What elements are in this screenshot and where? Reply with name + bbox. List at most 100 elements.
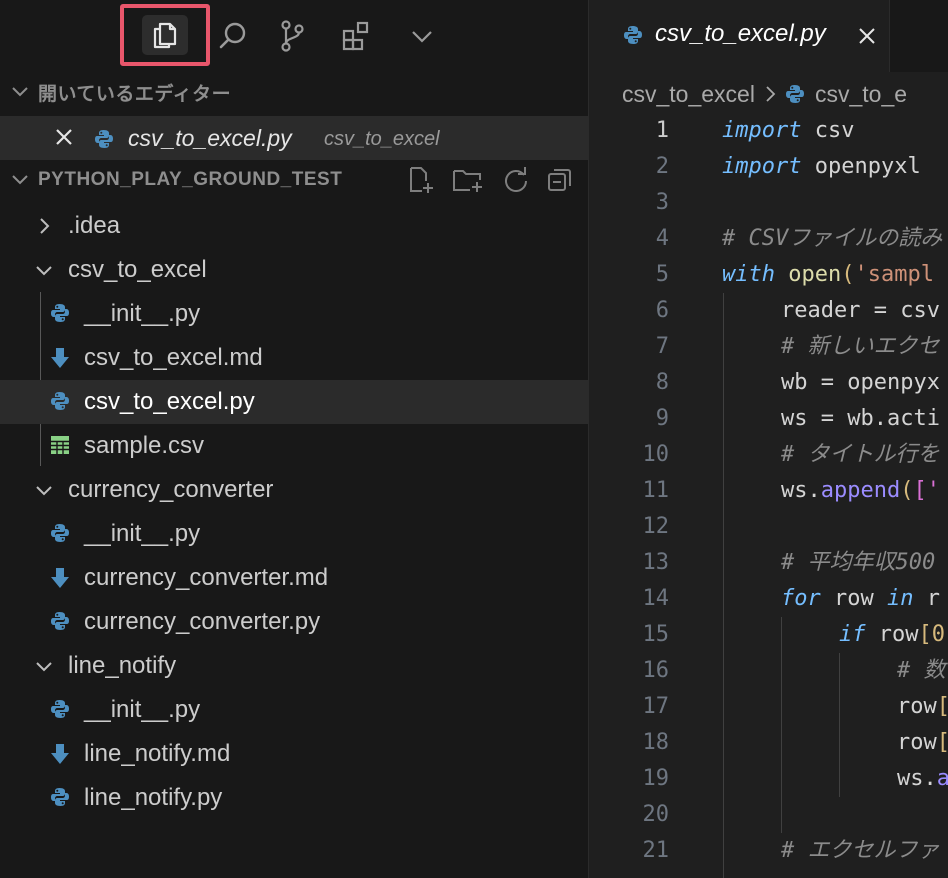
line-number: 2 — [655, 154, 669, 179]
python-file-icon — [51, 392, 69, 410]
code-line: reader = csv — [781, 298, 940, 323]
open-editors-header[interactable]: 開いているエディター — [0, 72, 588, 112]
search-button[interactable] — [204, 10, 260, 62]
line-number: 18 — [642, 730, 670, 755]
tree-label: csv_to_excel.py — [84, 388, 255, 415]
tree-file-currency-converter-md[interactable]: currency_converter.md — [0, 556, 588, 600]
python-file-icon — [624, 26, 642, 44]
line-number: 4 — [655, 226, 669, 251]
chevron-down-icon — [36, 266, 52, 276]
tree-label: csv_to_excel — [68, 256, 207, 283]
markdown-file-icon — [51, 348, 69, 368]
new-folder-icon[interactable] — [452, 166, 486, 194]
tree-label: .idea — [68, 212, 121, 239]
open-editor-folder: csv_to_excel — [324, 128, 440, 150]
open-editor-filename: csv_to_excel.py — [128, 125, 292, 151]
tree-label: csv_to_excel.md — [84, 344, 263, 371]
tree-folder-idea[interactable]: .idea — [0, 204, 588, 248]
chevron-right-icon — [40, 218, 50, 234]
tree-label: line_notify.md — [84, 740, 231, 767]
tab-csv-to-excel-py[interactable]: csv_to_excel.py — [589, 0, 890, 72]
indent-guide — [723, 293, 724, 878]
tree-folder-currency-converter[interactable]: currency_converter — [0, 468, 588, 512]
code-line: # タイトル行を — [781, 442, 940, 467]
source-control-icon — [281, 20, 304, 52]
line-number: 15 — [642, 622, 670, 647]
project-header[interactable]: PYTHON_PLAY_GROUND_TEST — [0, 160, 588, 200]
csv-file-icon — [51, 436, 69, 454]
tree-folder-line-notify[interactable]: line_notify — [0, 644, 588, 688]
extensions-button[interactable] — [328, 10, 384, 62]
tree-label: currency_converter.py — [84, 608, 321, 635]
project-title: PYTHON_PLAY_GROUND_TEST — [38, 169, 343, 190]
line-number: 5 — [655, 262, 669, 287]
tree-label: line_notify.py — [84, 784, 223, 811]
refresh-icon[interactable] — [502, 166, 530, 194]
tree-file-csv-to-excel-py[interactable]: csv_to_excel.py — [0, 380, 588, 424]
code-line: # CSVファイルの読み — [722, 226, 943, 251]
tab-bar: csv_to_excel.py — [589, 0, 948, 72]
collapse-all-icon[interactable] — [546, 166, 574, 194]
tree-label: sample.csv — [84, 432, 205, 459]
chevron-down-icon — [412, 31, 432, 43]
line-number: 6 — [655, 298, 669, 323]
open-editors-title: 開いているエディター — [38, 83, 232, 105]
tree-file-init-py[interactable]: __init__.py — [0, 292, 588, 336]
tree-label: currency_converter.md — [84, 564, 329, 591]
indent-guide — [781, 617, 782, 833]
line-number: 12 — [642, 514, 670, 539]
code-line: # エクセルファ — [781, 838, 940, 863]
markdown-file-icon — [51, 568, 69, 588]
tree-label: __init__.py — [84, 300, 201, 327]
tree-file-init-py[interactable]: __init__.py — [0, 512, 588, 556]
line-number: 7 — [655, 334, 669, 359]
code-line: ws = wb.acti — [781, 406, 940, 431]
tree-file-currency-converter-py[interactable]: currency_converter.py — [0, 600, 588, 644]
explorer-icon — [153, 22, 177, 49]
tree-file-csv-to-excel-md[interactable]: csv_to_excel.md — [0, 336, 588, 380]
explorer-button[interactable] — [120, 4, 210, 66]
more-views-button[interactable] — [394, 10, 450, 62]
breadcrumb-file[interactable]: csv_to_e — [815, 81, 907, 108]
chevron-down-icon — [36, 486, 52, 496]
code-line: wb = openpyx — [781, 370, 940, 395]
code-line: row[ — [897, 730, 948, 755]
extensions-icon — [342, 21, 369, 51]
source-control-button[interactable] — [264, 10, 320, 62]
code-line: ws.append([' — [781, 478, 940, 503]
new-file-icon[interactable] — [406, 166, 436, 194]
python-file-icon — [51, 788, 69, 806]
breadcrumb-folder[interactable]: csv_to_excel — [622, 81, 755, 108]
line-number: 10 — [642, 442, 670, 467]
search-icon — [219, 22, 246, 49]
line-number: 1 — [655, 118, 669, 143]
chevron-right-icon — [765, 84, 777, 104]
close-icon[interactable] — [54, 127, 74, 147]
activity-bar — [0, 0, 588, 72]
tree-label: line_notify — [68, 652, 177, 679]
close-icon[interactable] — [857, 26, 877, 46]
chevron-down-icon — [36, 662, 52, 672]
project-actions — [406, 166, 588, 194]
code-line: with open('sampl — [722, 262, 934, 287]
code-line: # 平均年収500 — [781, 550, 936, 575]
open-editor-item[interactable]: csv_to_excel.py csv_to_excel — [0, 116, 588, 160]
explorer-sidebar: 開いているエディター csv_to_excel.py csv_to_excel … — [0, 0, 589, 878]
line-number: 19 — [642, 766, 670, 791]
code-line: ws.a — [897, 766, 948, 791]
tree-file-sample-csv[interactable]: sample.csv — [0, 424, 588, 468]
editor-pane: csv_to_excel.py csv_to_excel csv_to_e 1 … — [589, 0, 948, 878]
line-number: 13 — [642, 550, 670, 575]
line-number: 21 — [642, 838, 670, 863]
code-line: for row in r — [781, 586, 940, 611]
code-editor[interactable]: 1 2 3 4 5 6 7 8 9 10 11 12 13 14 15 16 1… — [589, 113, 948, 878]
tree-file-init-py[interactable]: __init__.py — [0, 688, 588, 732]
chevron-down-icon — [12, 175, 28, 185]
tree-file-line-notify-md[interactable]: line_notify.md — [0, 732, 588, 776]
tree-file-line-notify-py[interactable]: line_notify.py — [0, 776, 588, 820]
python-file-icon — [51, 612, 69, 630]
python-file-icon — [51, 304, 69, 322]
tree-folder-csv-to-excel[interactable]: csv_to_excel — [0, 248, 588, 292]
tree-label: currency_converter — [68, 476, 274, 503]
indent-guide — [839, 653, 840, 797]
